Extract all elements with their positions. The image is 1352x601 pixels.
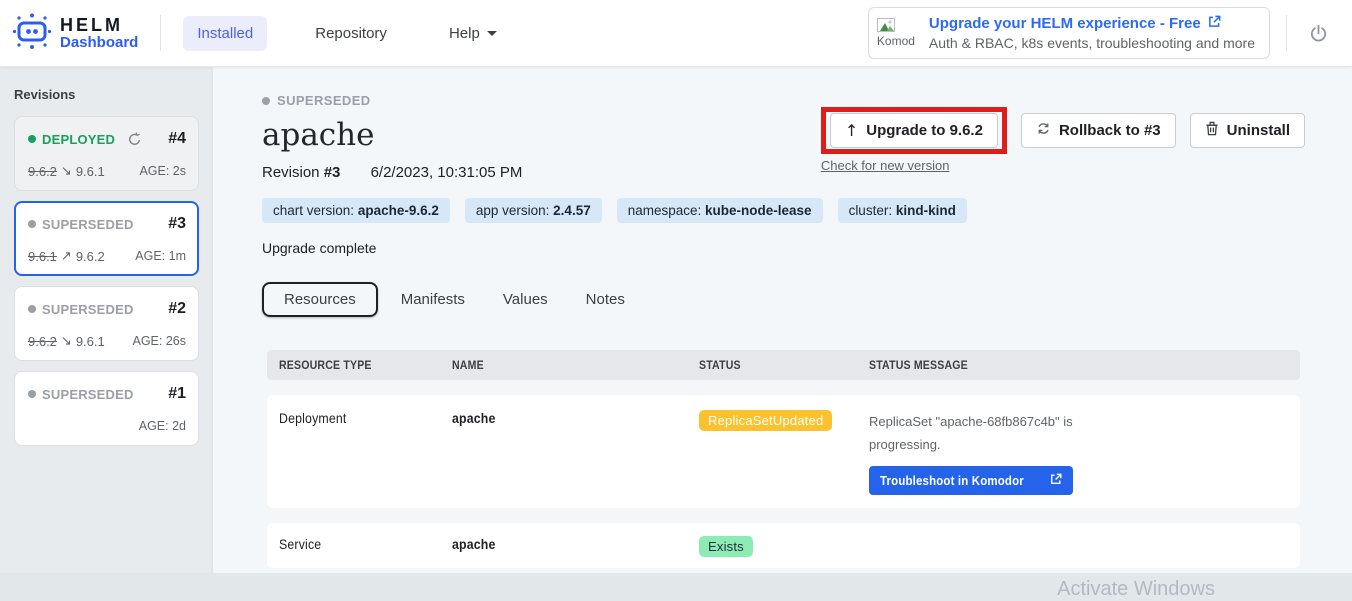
col-name: NAME — [452, 358, 699, 372]
brand-subname: Dashboard — [60, 35, 138, 51]
tab-manifests[interactable]: Manifests — [386, 283, 480, 316]
rollback-button[interactable]: Rollback to #3 — [1021, 113, 1176, 148]
status-dot-icon — [28, 220, 36, 228]
komodor-promo-banner[interactable]: Komod Upgrade your HELM experience - Fre… — [868, 7, 1270, 59]
troubleshoot-button[interactable]: Troubleshoot in Komodor — [869, 466, 1073, 495]
status-dot-icon — [28, 305, 36, 313]
version-from: 9.6.2 — [28, 164, 57, 179]
revision-status: DEPLOYED — [28, 132, 142, 147]
cluster-chip: cluster: kind-kind — [838, 198, 967, 223]
table-row: Service apache Exists — [267, 523, 1300, 568]
resource-status-cell: ReplicaSetUpdated — [699, 408, 869, 431]
status-dot-icon — [28, 390, 36, 398]
reload-icon[interactable] — [127, 132, 142, 147]
tab-notes[interactable]: Notes — [571, 283, 640, 316]
table-header: RESOURCE TYPE NAME STATUS STATUS MESSAGE — [267, 350, 1300, 380]
promo-title[interactable]: Upgrade your HELM experience - Free — [929, 15, 1255, 32]
resources-table: RESOURCE TYPE NAME STATUS STATUS MESSAGE… — [267, 350, 1300, 568]
status-dot-icon — [28, 135, 36, 143]
revision-age: AGE: 26s — [133, 334, 187, 348]
chevron-down-icon — [487, 31, 497, 36]
external-link-icon — [1208, 15, 1221, 32]
version-to: 9.6.1 — [76, 334, 105, 349]
version-from: 9.6.1 — [28, 249, 57, 264]
check-new-version-link[interactable]: Check for new version — [821, 158, 1007, 173]
revision-status: SUPERSEDED — [28, 387, 134, 402]
helm-robot-icon — [12, 11, 52, 56]
version-to: 9.6.1 — [76, 164, 105, 179]
upgrade-arrow-icon: ↗ — [61, 249, 72, 264]
chart-version-chip: chart version: apache-9.6.2 — [262, 198, 450, 223]
revision-age: AGE: 2s — [139, 164, 186, 178]
release-detail-panel: SUPERSEDED apache Revision #3 6/2/2023, … — [213, 67, 1352, 573]
external-link-icon — [1050, 473, 1062, 488]
revision-timestamp: 6/2/2023, 10:31:05 PM — [371, 164, 523, 181]
revision-age: AGE: 2d — [139, 419, 186, 433]
version-from: 9.6.2 — [28, 334, 57, 349]
nav-installed[interactable]: Installed — [183, 16, 267, 51]
table-row: Deployment apache ReplicaSetUpdated Repl… — [267, 395, 1300, 508]
version-to: 9.6.2 — [76, 249, 105, 264]
revision-card-1[interactable]: SUPERSEDED #1 AGE: 2d — [14, 371, 199, 446]
activate-windows-watermark: Activate Windows — [1057, 578, 1215, 601]
metadata-chips: chart version: apache-9.6.2 app version:… — [262, 198, 1305, 223]
revisions-sidebar: Revisions DEPLOYED #4 9.6.2 ↘ 9.6.1 AGE:… — [0, 67, 213, 573]
col-status: STATUS — [699, 358, 869, 372]
revision-number: #4 — [168, 130, 186, 148]
nav-help[interactable]: Help — [435, 16, 511, 51]
resource-type-cell: Deployment — [267, 408, 452, 426]
namespace-chip: namespace: kube-node-lease — [617, 198, 823, 223]
revision-status: SUPERSEDED — [28, 302, 134, 317]
resource-type-cell: Service — [267, 534, 452, 552]
revision-status: SUPERSEDED — [28, 217, 134, 232]
promo-subtitle: Auth & RBAC, k8s events, troubleshooting… — [929, 35, 1255, 51]
nav-repository[interactable]: Repository — [301, 16, 401, 51]
revision-card-3[interactable]: SUPERSEDED #3 9.6.1 ↗ 9.6.2 AGE: 1m — [14, 201, 199, 276]
revisions-heading: Revisions — [14, 87, 203, 102]
revision-card-2[interactable]: SUPERSEDED #2 9.6.2 ↘ 9.6.1 AGE: 26s — [14, 286, 199, 361]
detail-tabs: Resources Manifests Values Notes — [262, 282, 1305, 317]
revision-number: #3 — [324, 164, 341, 181]
header-divider-right — [1286, 15, 1287, 51]
rollback-icon — [1036, 121, 1051, 140]
revision-card-4[interactable]: DEPLOYED #4 9.6.2 ↘ 9.6.1 AGE: 2s — [14, 116, 199, 191]
annotation-highlight-box: ↑ Upgrade to 9.6.2 — [821, 107, 1007, 154]
header-divider — [160, 15, 161, 51]
main-nav: Installed Repository Help — [183, 16, 510, 51]
col-resource-type: RESOURCE TYPE — [267, 358, 452, 372]
resource-name-cell: apache — [452, 534, 699, 552]
release-note: Upgrade complete — [262, 240, 1305, 256]
top-bar: HELM Dashboard Installed Repository Help… — [0, 0, 1352, 67]
brand-name: HELM — [60, 16, 138, 35]
upgrade-button[interactable]: ↑ Upgrade to 9.6.2 — [830, 113, 998, 148]
col-status-message: STATUS MESSAGE — [869, 358, 1300, 372]
revision-number: #1 — [168, 385, 186, 403]
uninstall-button[interactable]: Uninstall — [1190, 113, 1305, 148]
downgrade-arrow-icon: ↘ — [61, 334, 72, 349]
page-title: apache — [262, 117, 522, 153]
app-version-chip: app version: 2.4.57 — [465, 198, 602, 223]
release-status-badge: SUPERSEDED — [262, 93, 522, 108]
revision-number: #3 — [168, 215, 186, 233]
komodor-broken-image: Komod — [877, 18, 919, 48]
status-badge: ReplicaSetUpdated — [699, 410, 832, 431]
status-message-cell — [869, 534, 1300, 536]
helm-dashboard-app: HELM Dashboard Installed Repository Help… — [0, 0, 1352, 601]
resource-name-cell: apache — [452, 408, 699, 426]
revision-number: #2 — [168, 300, 186, 318]
power-button[interactable] — [1309, 24, 1328, 43]
revision-info: Revision #3 6/2/2023, 10:31:05 PM — [262, 164, 522, 181]
status-dot-icon — [262, 97, 270, 105]
revision-age: AGE: 1m — [135, 249, 186, 263]
trash-icon — [1205, 121, 1219, 140]
tab-resources[interactable]: Resources — [262, 282, 378, 317]
downgrade-arrow-icon: ↘ — [61, 164, 72, 179]
tab-values[interactable]: Values — [488, 283, 563, 316]
brand-logo[interactable]: HELM Dashboard — [12, 11, 138, 56]
status-badge: Exists — [699, 536, 753, 557]
status-message-cell: ReplicaSet "apache-68fb867c4b" is progre… — [869, 408, 1300, 495]
up-arrow-icon: ↑ — [845, 121, 858, 140]
status-message-text: ReplicaSet "apache-68fb867c4b" is progre… — [869, 410, 1084, 457]
resource-status-cell: Exists — [699, 534, 869, 557]
